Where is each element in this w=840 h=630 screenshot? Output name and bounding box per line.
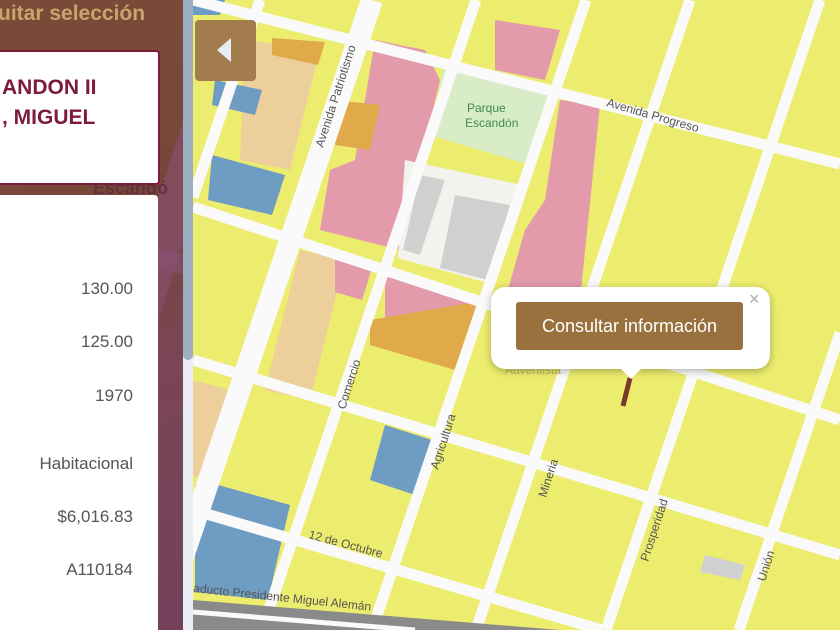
park-label: Parque [467,101,506,115]
detail-value: Habitacional [39,454,133,473]
close-icon[interactable]: × [749,289,760,310]
selection-panel: uitar selección Escandó ANDON II , MIGUE… [0,0,183,630]
owner-name-line: , MIGUEL [2,106,96,129]
quit-selection-link[interactable]: uitar selección [0,2,145,26]
detail-value: 130.00 [81,279,133,298]
owner-name-card: ANDON II , MIGUEL [0,50,160,185]
detail-value: 125.00 [81,332,133,351]
detail-value: $6,016.83 [57,507,133,526]
detail-value: A110184 [66,560,133,579]
owner-name-line: ANDON II [2,76,97,99]
panel-scrollbar[interactable] [183,0,193,630]
chevron-left-icon [217,38,231,62]
property-details: 130.00 125.00 1970 Habitacional $6,016.8… [0,195,158,630]
collapse-panel-button[interactable] [195,20,256,81]
park-label: Escandón [465,116,518,130]
scrollbar-thumb[interactable] [183,0,193,360]
detail-value: 1970 [95,386,133,405]
consult-information-button[interactable]: Consultar información [516,302,743,350]
map-popup: Consultar información × [491,287,770,379]
